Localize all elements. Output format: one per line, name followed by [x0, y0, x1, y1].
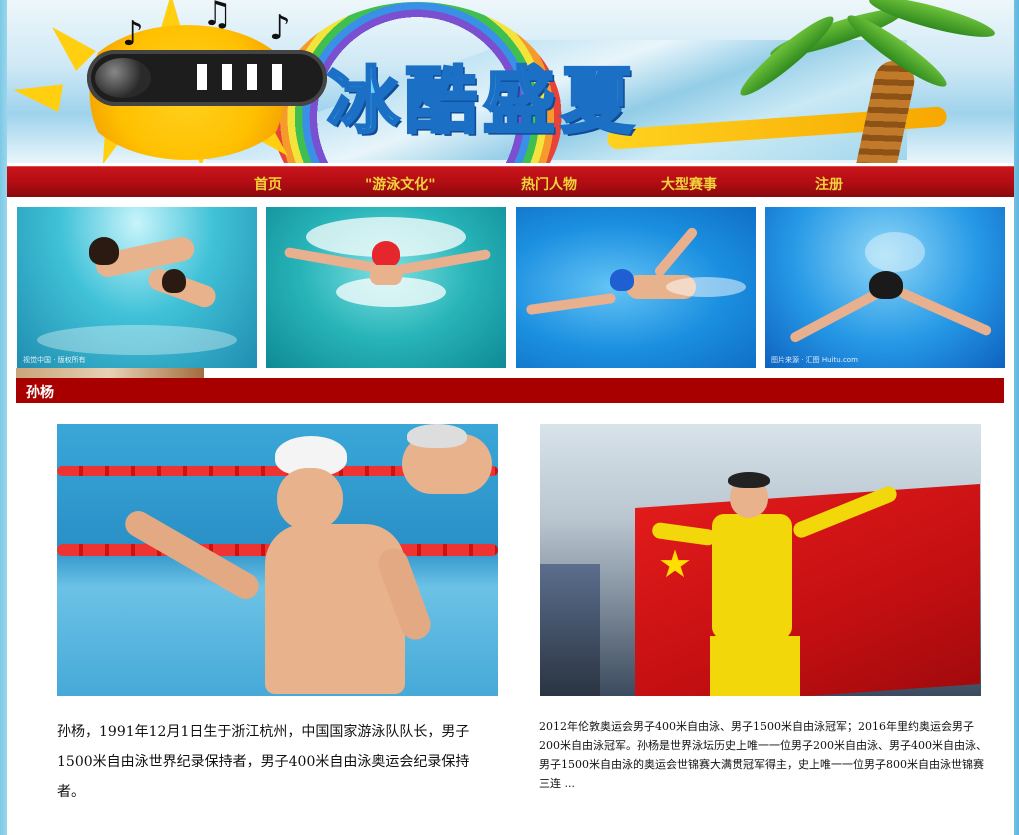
- glasses-highlight: [222, 64, 232, 90]
- header-banner: ♪ ♫ ♪ 冰酷盛夏: [7, 0, 1014, 163]
- glasses-highlight: [197, 64, 207, 90]
- watermark-text: 图片来源 · 汇图 Huitu.com: [771, 356, 858, 364]
- sunglasses-icon: [87, 50, 327, 106]
- swim-cap: [407, 424, 467, 448]
- music-note-icon: ♫: [202, 0, 233, 34]
- gallery-thumbnail[interactable]: 图片来源 · 汇图 Huitu.com: [765, 207, 1005, 368]
- pool-floor: [37, 325, 237, 355]
- music-note-icon: ♪: [269, 8, 291, 48]
- main-nav: 首页 "游泳文化" 热门人物 大型赛事 注册: [7, 166, 1014, 197]
- yellow-jacket: [712, 514, 792, 639]
- glasses-highlight: [272, 64, 282, 90]
- nav-item-swimming-culture[interactable]: "游泳文化": [365, 174, 436, 194]
- water-splash: [865, 232, 925, 272]
- swim-cap: [610, 269, 634, 291]
- athlete-hair: [728, 472, 770, 488]
- page: ♪ ♫ ♪ 冰酷盛夏 首页 "游泳文化" 热门人物 大型赛事 注册 视觉中国 ·…: [7, 0, 1014, 835]
- banner-title: 冰酷盛夏: [325, 58, 640, 145]
- section-header: 孙杨: [16, 378, 1004, 403]
- music-note-icon: ♪: [122, 14, 144, 54]
- section-title: 孙杨: [26, 385, 54, 401]
- swimmer-face: [277, 468, 343, 530]
- nav-item-register[interactable]: 注册: [815, 174, 843, 194]
- section-strip: [16, 368, 204, 378]
- watermark-text: 视觉中国 · 版权所有: [23, 356, 86, 364]
- swimmer-body: [265, 524, 405, 694]
- sun-ray-icon: [10, 76, 64, 112]
- article-caption-2: 2012年伦敦奥运会男子400米自由泳、男子1500米自由泳冠军；2016年里约…: [539, 720, 987, 790]
- swim-cap: [372, 241, 400, 267]
- article-photo-2[interactable]: ★ ★ ★ ★: [540, 424, 981, 696]
- nav-item-home[interactable]: 首页: [254, 174, 282, 194]
- nav-item-popular-people[interactable]: 热门人物: [521, 174, 577, 194]
- water-splash: [666, 277, 746, 297]
- article-caption-1: 孙杨，1991年12月1日生于浙江杭州，中国国家游泳队队长，男子1500米自由泳…: [57, 724, 470, 800]
- swimmer-head: [89, 237, 119, 265]
- gallery-thumbnail[interactable]: [516, 207, 756, 368]
- chinese-flag: [635, 483, 980, 696]
- gallery-thumbnail[interactable]: 视觉中国 · 版权所有: [17, 207, 257, 368]
- nav-item-major-events[interactable]: 大型赛事: [661, 174, 717, 194]
- article-photo-1[interactable]: [57, 424, 498, 696]
- swim-cap: [869, 271, 903, 299]
- swimmer-head: [162, 269, 186, 293]
- gallery-thumbnail[interactable]: [266, 207, 506, 368]
- yellow-pants: [710, 636, 800, 696]
- swimmer-face: [370, 265, 402, 285]
- glasses-highlight: [247, 64, 257, 90]
- star-icon: ★: [658, 542, 693, 586]
- stadium-stand: [540, 564, 600, 696]
